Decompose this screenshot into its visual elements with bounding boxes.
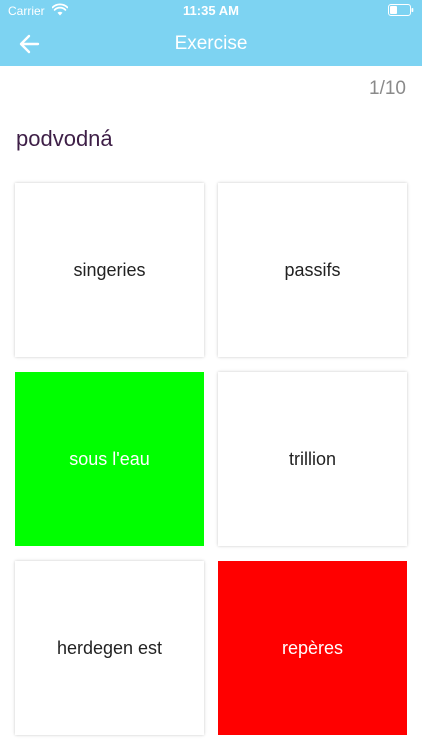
- status-bar: Carrier 11:35 AM: [0, 0, 422, 22]
- progress-counter: 1/10: [369, 78, 406, 99]
- battery-icon: [388, 4, 414, 16]
- answer-label: repères: [281, 637, 344, 658]
- answer-option[interactable]: sous l'eau: [15, 372, 204, 546]
- answer-option[interactable]: repères: [218, 561, 407, 735]
- answer-option[interactable]: trillion: [218, 372, 407, 546]
- answer-label: singeries: [73, 259, 146, 280]
- app-header: Carrier 11:35 AM Exercise: [0, 0, 422, 66]
- page-title: Exercise: [174, 33, 248, 54]
- question-word: podvodná: [16, 126, 113, 151]
- answer-option[interactable]: herdegen est: [15, 561, 204, 735]
- answer-label: trillion: [288, 448, 336, 469]
- answer-label: herdegen est: [56, 637, 163, 658]
- answer-label: sous l'eau: [69, 448, 150, 469]
- answer-label: passifs: [284, 259, 341, 280]
- status-time: 11:35 AM: [183, 3, 239, 18]
- navigation-bar: Exercise: [0, 22, 422, 66]
- answer-option[interactable]: passifs: [218, 183, 407, 357]
- answer-option[interactable]: singeries: [15, 183, 204, 357]
